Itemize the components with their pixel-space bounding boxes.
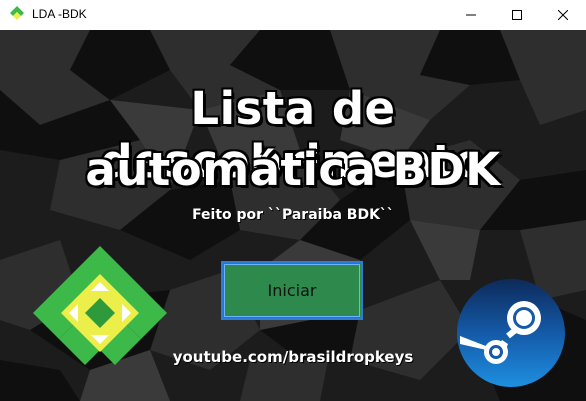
app-window-content: Lista de descobrimento automática BDK Fe… (0, 30, 586, 401)
title-bar: LDA -BDK (0, 0, 586, 30)
lda-logo-icon (33, 246, 167, 365)
lda-app-icon (10, 6, 24, 20)
start-button[interactable]: Iniciar (221, 261, 363, 320)
steam-logo-icon (457, 279, 565, 387)
maximize-icon (512, 10, 522, 20)
close-button[interactable] (540, 0, 586, 30)
minimize-icon (466, 14, 476, 16)
minimize-button[interactable] (448, 0, 494, 30)
window-title: LDA -BDK (32, 7, 87, 21)
credit-text: Feito por ``Paraiba BDK`` (192, 207, 394, 223)
headline-line-2: automática BDK (85, 143, 501, 196)
maximize-button[interactable] (494, 0, 540, 30)
close-icon (558, 10, 568, 20)
